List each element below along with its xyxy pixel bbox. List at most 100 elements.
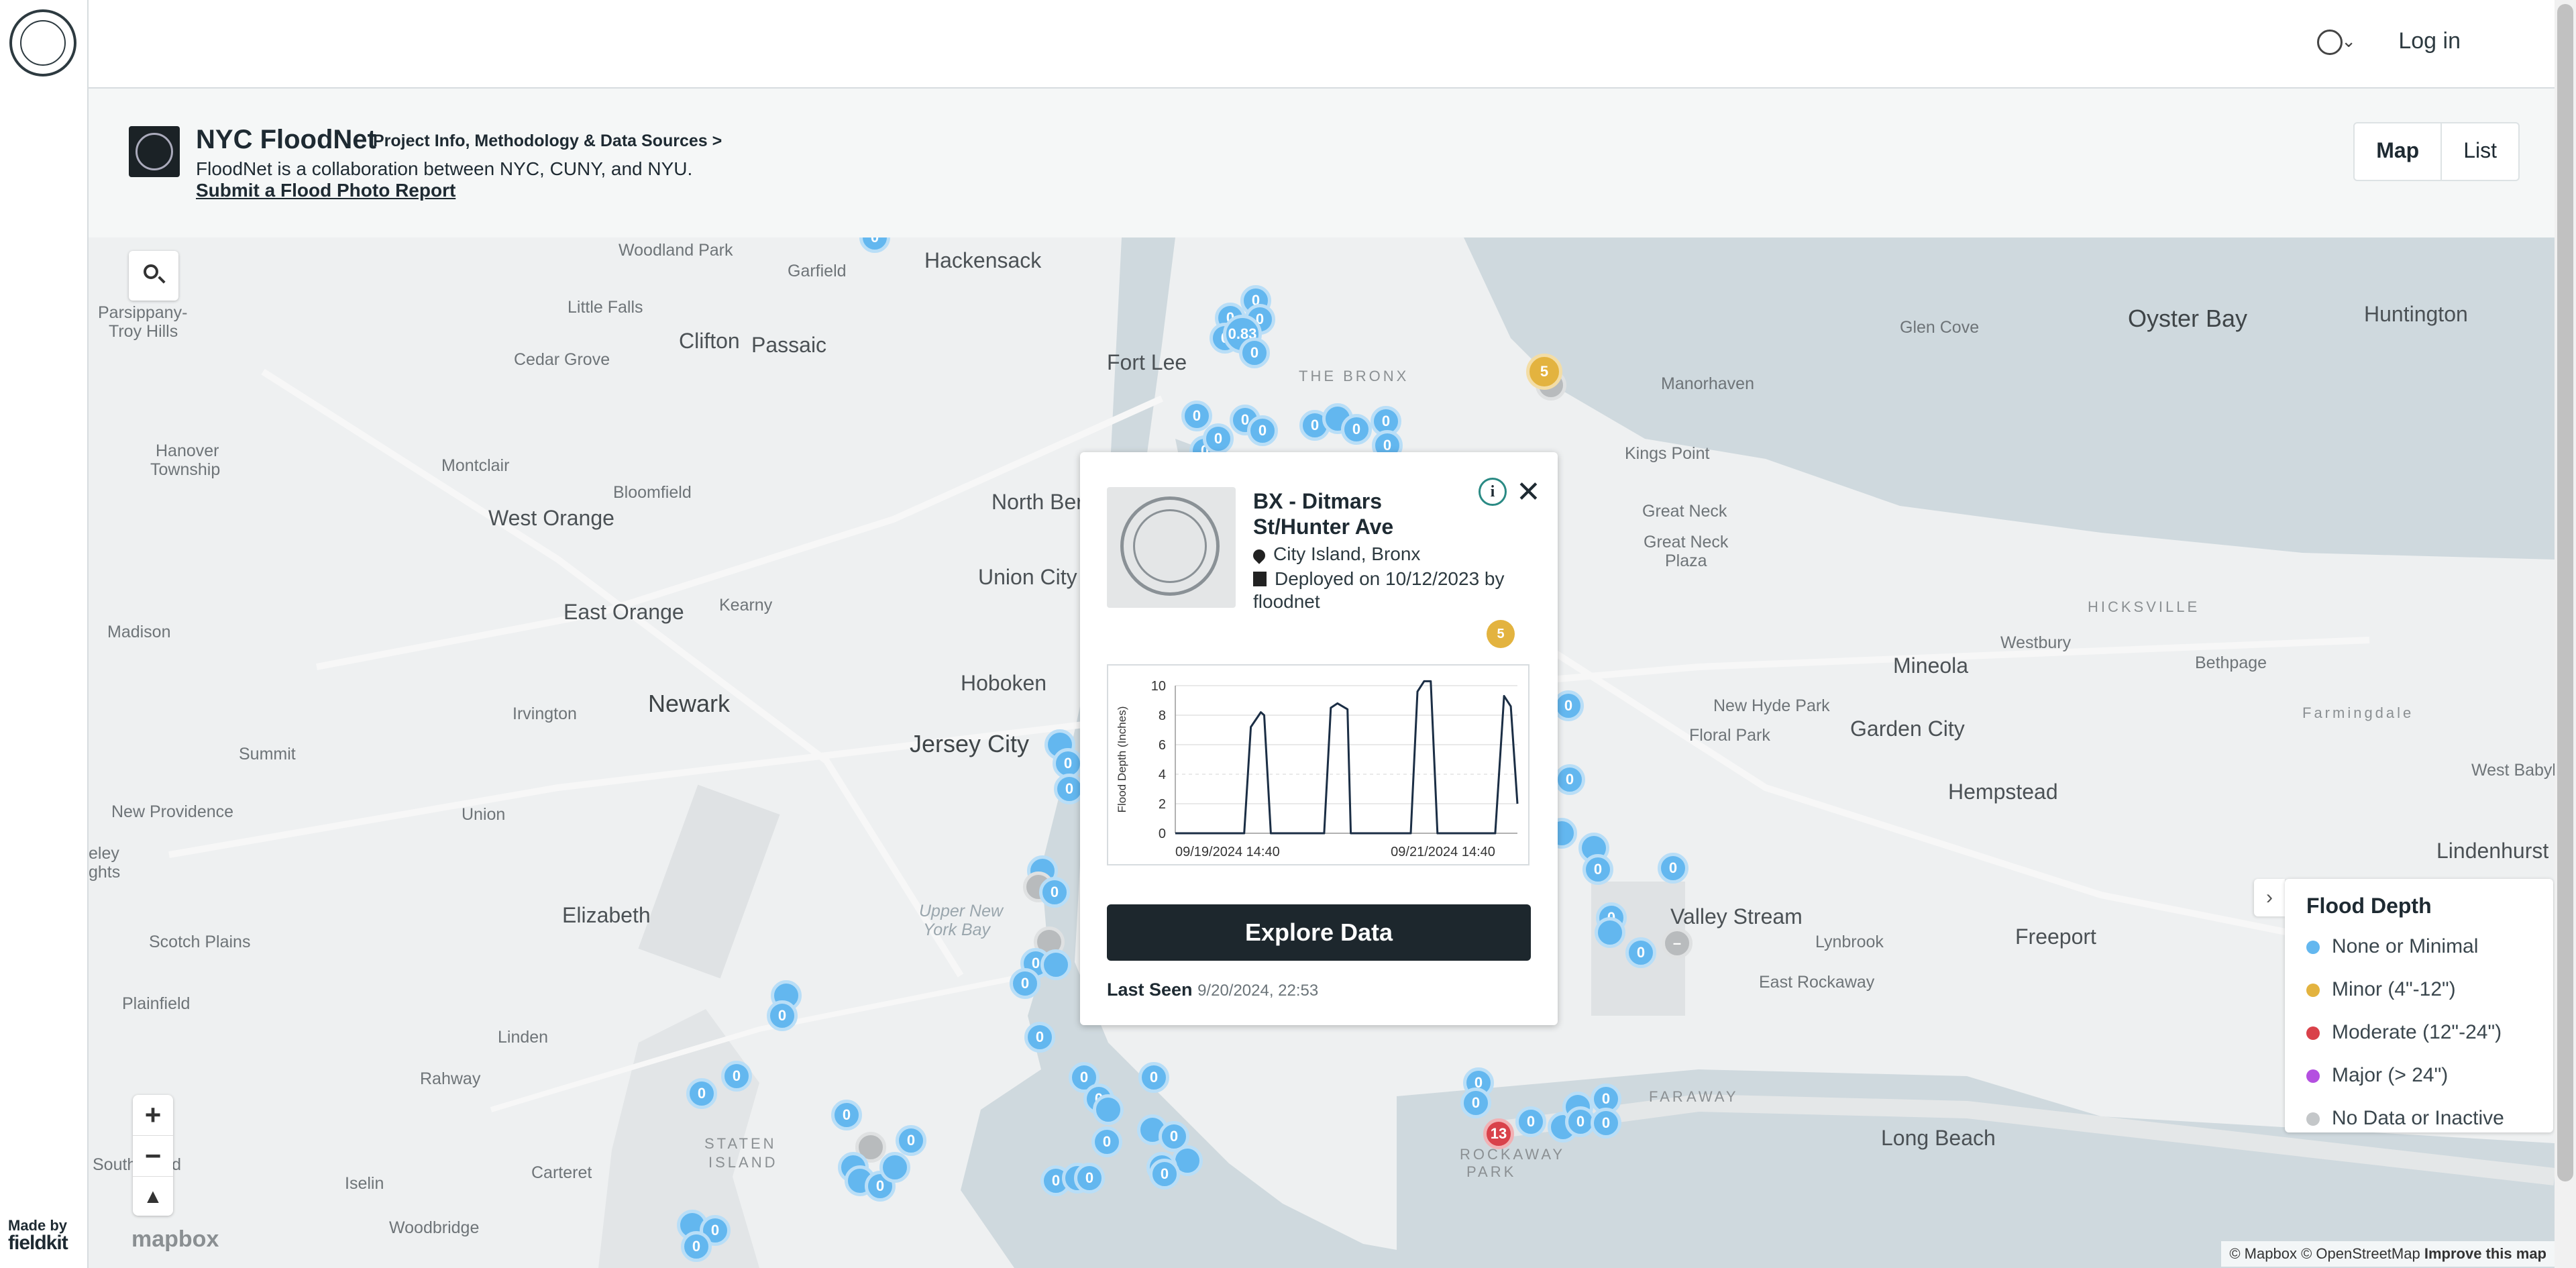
place-rockaway-park-2: PARK [1466,1163,1517,1180]
place-glen-cove: Glen Cove [1900,318,1980,337]
sensor-marker[interactable]: 0 [1625,937,1656,968]
improve-map-link[interactable]: Improve this map [2424,1245,2546,1262]
place-montclair: Montclair [441,456,510,475]
place-iselin: Iselin [345,1174,384,1193]
sensor-popup: BX - Ditmars St/Hunter Ave i ✕ City Isla… [1080,452,1558,1025]
place-hackensack: Hackensack [924,248,1042,272]
explore-data-button[interactable]: Explore Data [1107,904,1531,961]
compass-button[interactable]: ▲ [133,1177,173,1217]
fieldkit-brand[interactable]: fieldkit [8,1233,68,1253]
y-tick-label: 8 [1159,708,1166,723]
legend-label: Moderate (12"-24") [2332,1021,2502,1043]
place-upper-ny-bay-2: York Bay [923,920,991,939]
legend-collapse-button[interactable]: › [2254,879,2285,916]
chevron-right-icon: › [2266,886,2273,908]
place-long-beach: Long Beach [1881,1126,1996,1150]
sidebar: Made by fieldkit [0,0,89,1268]
place-west-babylon: West Babyl [2471,761,2555,780]
last-seen: Last Seen 9/20/2024, 22:53 [1107,980,1318,1000]
sensor-marker[interactable]: 0 [1591,1108,1621,1139]
sensor-marker[interactable]: 0 [1460,1088,1491,1118]
sensor-marker[interactable]: 0 [1010,968,1040,999]
chevron-down-icon[interactable]: ⌄ [2341,31,2356,52]
globe-icon[interactable] [2317,30,2343,55]
mapbox-logo[interactable]: mapbox [131,1226,219,1253]
sensor-marker-moderate[interactable]: 13 [1483,1118,1514,1149]
floodnet-seal-icon [1120,496,1220,596]
place-far-rockaway-2: AWAY [1686,1088,1739,1105]
place-township: Township [150,460,221,479]
flood-depth-legend: Flood Depth None or Minimal Minor (4"-12… [2285,879,2553,1132]
sensor-marker[interactable] [1093,1094,1124,1125]
sensor-marker[interactable]: 0 [1582,854,1613,885]
place-manorhaven: Manorhaven [1661,374,1754,393]
tab-list[interactable]: List [2442,123,2518,180]
sensor-marker[interactable] [879,1152,910,1183]
flood-map[interactable]: Woodland Park Garfield Hackensack Parsip… [89,237,2555,1268]
mapbox-attribution-link[interactable]: © Mapbox [2229,1245,2297,1262]
close-icon[interactable]: ✕ [1516,475,1541,509]
place-far-rockaway-1: FAR [1649,1088,1686,1105]
sensor-marker[interactable] [1040,949,1071,980]
project-header: NYC FloodNet Project Info, Methodology &… [89,89,2555,237]
y-tick-label: 4 [1159,768,1166,782]
project-info-link[interactable]: Project Info, Methodology & Data Sources… [373,131,722,151]
top-bar: ⌄ Log in [89,0,2555,89]
sensor-marker[interactable]: 0 [896,1125,926,1156]
y-tick-label: 10 [1151,679,1166,694]
place-freeport: Freeport [2015,924,2096,949]
legend-dot [2306,1112,2320,1126]
place-passaic: Passaic [751,333,827,357]
sensor-marker[interactable]: 0 [767,1000,798,1031]
scrollbar-thumb[interactable] [2557,4,2573,1181]
sensor-marker[interactable]: 0 [1203,423,1234,454]
sensor-marker[interactable]: 0 [1554,764,1585,795]
sensor-title: BX - Ditmars St/Hunter Ave [1253,489,1394,539]
map-search-button[interactable] [129,251,178,301]
submit-photo-link[interactable]: Submit a Flood Photo Report [196,180,455,201]
made-by-fieldkit[interactable]: Made by fieldkit [8,1217,68,1253]
sensor-marker-inactive[interactable]: – [1662,928,1693,959]
legend-dot [2306,1026,2320,1041]
place-plainfield: Plainfield [122,994,191,1013]
place-upper-ny-bay-1: Upper New [919,902,1004,920]
map-attribution: © Mapbox © OpenStreetMap Improve this ma… [2221,1241,2555,1267]
sensor-marker[interactable]: 0 [1074,1163,1105,1194]
sensor-marker[interactable] [1595,917,1625,948]
sensor-marker[interactable]: 0 [1091,1126,1122,1157]
sensor-marker[interactable]: 0 [1138,1062,1169,1093]
sensor-marker[interactable]: 0 [1658,853,1688,884]
x-tick-label: 09/21/2024 14:40 [1391,845,1495,859]
place-east-rockaway: East Rockaway [1759,973,1875,992]
sensor-marker[interactable]: 0 [681,1231,712,1262]
page-scrollbar[interactable] [2555,0,2576,1268]
last-seen-label: Last Seen [1107,980,1193,1000]
info-icon[interactable]: i [1479,478,1507,506]
sensor-marker[interactable]: 0 [1515,1106,1546,1137]
place-hicksville: HICKSVILLE [2088,598,2200,615]
sensor-marker[interactable]: 0 [1024,1022,1055,1053]
login-link[interactable]: Log in [2398,28,2461,54]
sensor-marker[interactable]: 0 [1247,415,1278,446]
place-cedar-grove: Cedar Grove [514,350,610,369]
floodnet-logo[interactable] [9,9,76,76]
last-seen-value: 9/20/2024, 22:53 [1197,982,1319,1000]
osm-attribution-link[interactable]: © OpenStreetMap [2301,1245,2420,1262]
place-hempstead: Hempstead [1948,780,2058,804]
legend-label: Minor (4"-12") [2332,978,2456,1000]
zoom-in-button[interactable]: + [133,1095,173,1136]
zoom-out-button[interactable]: − [133,1136,173,1177]
legend-dot [2306,941,2320,955]
place-heights: ghts [89,863,121,882]
sensor-marker[interactable]: 0 [831,1100,862,1130]
sensor-marker[interactable]: 0 [1039,877,1070,908]
sensor-marker[interactable]: 0 [1239,337,1270,368]
sensor-marker[interactable]: 0 [1149,1159,1180,1190]
sensor-marker[interactable]: 0 [1341,414,1372,445]
flood-depth-chart: 0 2 4 6 8 10 Flood Depth (Inches) 09/19/2024 14… [1107,664,1529,865]
sensor-marker[interactable]: 0 [721,1061,752,1092]
place-rahway: Rahway [420,1069,481,1088]
sensor-marker[interactable]: 0 [686,1078,717,1109]
tab-map[interactable]: Map [2355,123,2443,180]
sensor-marker-minor[interactable]: 5 [1526,354,1562,390]
